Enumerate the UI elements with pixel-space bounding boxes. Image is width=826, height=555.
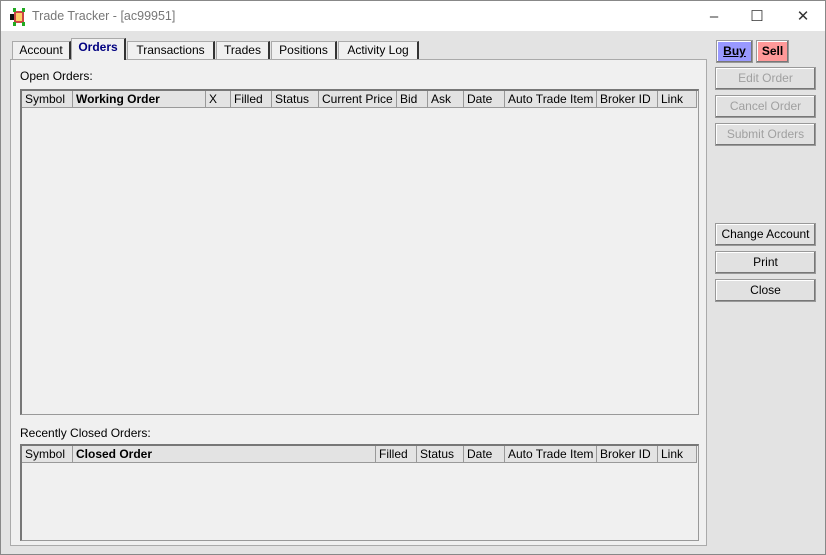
col-broker-id[interactable]: Broker ID (597, 446, 658, 463)
col-symbol[interactable]: Symbol (22, 446, 73, 463)
col-bid[interactable]: Bid (397, 91, 428, 108)
col-date[interactable]: Date (464, 91, 505, 108)
col-current-price[interactable]: Current Price (319, 91, 397, 108)
close-button[interactable]: Close (715, 279, 816, 302)
close-window-button[interactable]: ✕ (780, 5, 826, 29)
print-button[interactable]: Print (715, 251, 816, 274)
col-filled[interactable]: Filled (376, 446, 417, 463)
open-orders-label: Open Orders: (20, 69, 93, 83)
col-date[interactable]: Date (464, 446, 505, 463)
minimize-button[interactable]: – (691, 5, 737, 29)
col-link[interactable]: Link (658, 91, 697, 108)
edit-order-button[interactable]: Edit Order (715, 67, 816, 90)
col-link[interactable]: Link (658, 446, 697, 463)
title-bar: Trade Tracker - [ac99951] – ☐ ✕ (0, 0, 826, 31)
col-ask[interactable]: Ask (428, 91, 464, 108)
col-working-order[interactable]: Working Order (73, 91, 206, 108)
col-closed-order[interactable]: Closed Order (73, 446, 376, 463)
col-filled[interactable]: Filled (231, 91, 272, 108)
window-title: Trade Tracker - [ac99951] (32, 9, 176, 23)
tab-activity-log[interactable]: Activity Log (338, 41, 419, 59)
col-auto-trade-item[interactable]: Auto Trade Item (505, 446, 597, 463)
maximize-button[interactable]: ☐ (734, 5, 780, 29)
submit-orders-button[interactable]: Submit Orders (715, 123, 816, 146)
cancel-order-button[interactable]: Cancel Order (715, 95, 816, 118)
buy-button[interactable]: Buy (716, 40, 753, 63)
tab-positions[interactable]: Positions (271, 41, 337, 59)
open-orders-table[interactable]: Symbol Working Order X Filled Status Cur… (20, 89, 699, 415)
tab-orders[interactable]: Orders (71, 38, 126, 60)
col-x[interactable]: X (206, 91, 231, 108)
tab-account[interactable]: Account (12, 41, 71, 59)
col-status[interactable]: Status (417, 446, 464, 463)
turtle-icon (10, 8, 25, 26)
change-account-button[interactable]: Change Account (715, 223, 816, 246)
tab-transactions[interactable]: Transactions (127, 41, 215, 59)
sell-button[interactable]: Sell (756, 40, 789, 63)
col-auto-trade-item[interactable]: Auto Trade Item (505, 91, 597, 108)
tab-trades[interactable]: Trades (216, 41, 270, 59)
closed-orders-label: Recently Closed Orders: (20, 426, 151, 440)
closed-orders-table[interactable]: Symbol Closed Order Filled Status Date A… (20, 444, 699, 541)
col-symbol[interactable]: Symbol (22, 91, 73, 108)
col-broker-id[interactable]: Broker ID (597, 91, 658, 108)
col-status[interactable]: Status (272, 91, 319, 108)
